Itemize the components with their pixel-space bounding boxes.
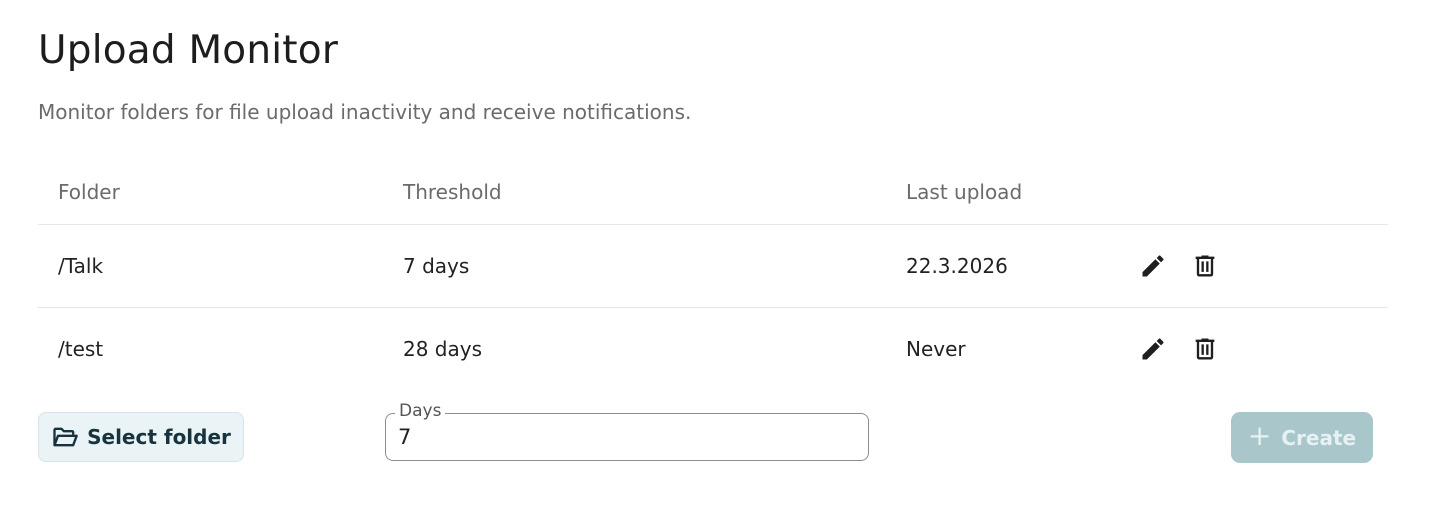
table-row: /Talk 7 days 22.3.2026: [38, 225, 1388, 308]
upload-monitor-page: Upload Monitor Monitor folders for file …: [0, 0, 1437, 516]
folder-cell: /Talk: [58, 254, 104, 278]
days-input[interactable]: [398, 424, 838, 450]
days-label: Days: [395, 401, 446, 421]
threshold-cell: 28 days: [403, 337, 483, 361]
folder-cell: /test: [58, 337, 104, 361]
folder-open-icon: [53, 427, 78, 447]
row-actions: [1138, 225, 1220, 307]
threshold-cell: 7 days: [403, 254, 470, 278]
monitor-table: Folder Threshold Last upload /Talk 7 day…: [38, 160, 1388, 390]
create-label: Create: [1281, 425, 1357, 450]
column-header-last-upload: Last upload: [906, 180, 1023, 204]
days-field: Days: [385, 401, 869, 461]
edit-button[interactable]: [1138, 251, 1168, 281]
page-title: Upload Monitor: [38, 28, 339, 73]
plus-icon: +: [1247, 419, 1272, 452]
delete-button[interactable]: [1190, 334, 1220, 364]
select-folder-button[interactable]: Select folder: [38, 412, 244, 462]
column-header-threshold: Threshold: [403, 180, 502, 204]
delete-button[interactable]: [1190, 251, 1220, 281]
row-actions: [1138, 308, 1220, 390]
table-row: /test 28 days Never: [38, 308, 1388, 390]
trash-icon: [1195, 255, 1215, 277]
create-button[interactable]: + Create: [1231, 412, 1373, 463]
pencil-icon: [1142, 338, 1164, 360]
edit-button[interactable]: [1138, 334, 1168, 364]
column-header-folder: Folder: [58, 180, 120, 204]
page-subtitle: Monitor folders for file upload inactivi…: [38, 100, 692, 124]
table-header-row: Folder Threshold Last upload: [38, 160, 1388, 225]
trash-icon: [1195, 338, 1215, 360]
last-upload-cell: 22.3.2026: [906, 254, 1008, 278]
last-upload-cell: Never: [906, 337, 966, 361]
select-folder-label: Select folder: [87, 425, 231, 449]
pencil-icon: [1142, 255, 1164, 277]
